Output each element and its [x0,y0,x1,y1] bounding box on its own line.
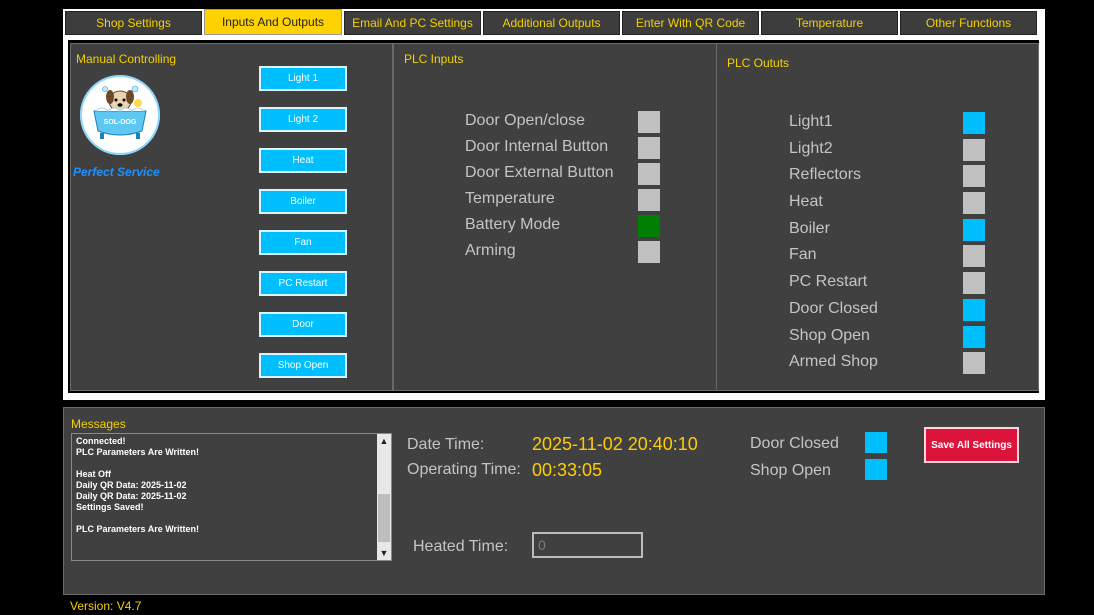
date-time-label: Date Time: [407,436,485,453]
plc-input-indicator [638,215,660,237]
plc-input-indicator [638,189,660,211]
plc-inputs-title: PLC Inputs [404,52,464,66]
plc-input-indicator [638,111,660,133]
plc-input-row: Temperature [465,189,695,211]
plc-output-indicator [963,352,985,374]
shop-open-button[interactable]: Shop Open [259,353,347,378]
plc-output-indicator [963,112,985,134]
plc-input-row: Door Open/close [465,111,695,133]
company-logo: SOL-DOG [80,75,160,155]
dog-bathtub-icon [93,85,147,139]
plc-output-label: Reflectors [789,166,862,183]
plc-output-row: Light1 [789,112,1019,134]
tab-page-inputs-outputs: Manual Controlling SOL-DOG Perfect Servi… [63,37,1045,400]
tab-page-inner: Manual Controlling SOL-DOG Perfect Servi… [68,40,1039,393]
operating-time-label: Operating Time: [407,461,521,478]
manual-controlling-group: Manual Controlling SOL-DOG Perfect Servi… [70,43,393,391]
plc-output-indicator [963,326,985,348]
plc-output-row: Reflectors [789,165,1019,187]
plc-output-label: Fan [789,246,817,263]
plc-output-label: Shop Open [789,327,870,344]
plc-output-row: PC Restart [789,272,1019,294]
plc-input-label: Battery Mode [465,216,561,233]
plc-output-indicator [963,165,985,187]
plc-output-indicator [963,299,985,321]
pc-restart-button[interactable]: PC Restart [259,271,347,296]
messages-log[interactable]: Connected! PLC Parameters Are Written! H… [71,433,392,561]
scroll-down-icon[interactable]: ▼ [377,546,391,560]
tab-email-and-pc-settings[interactable]: Email And PC Settings [344,11,481,35]
heated-time-label: Heated Time: [413,538,509,555]
plc-output-row: Boiler [789,219,1019,241]
heated-time-field[interactable] [532,532,643,558]
plc-output-indicator [963,272,985,294]
plc-input-row: Door Internal Button [465,137,695,159]
plc-output-row: Door Closed [789,299,1019,321]
plc-output-indicator [963,192,985,214]
plc-input-indicator [638,241,660,263]
plc-output-label: Heat [789,193,823,210]
fan-button[interactable]: Fan [259,230,347,255]
operating-time-value: 00:33:05 [532,460,603,480]
scrollbar-thumb[interactable] [378,494,390,542]
heat-button[interactable]: Heat [259,148,347,173]
door-closed-label: Door Closed [750,435,839,452]
tab-temperature[interactable]: Temperature [761,11,898,35]
status-panel: Messages Connected! PLC Parameters Are W… [63,407,1045,595]
plc-input-label: Arming [465,242,516,259]
messages-scrollbar[interactable]: ▲ ▼ [377,434,391,560]
plc-input-label: Door Internal Button [465,138,609,155]
plc-input-row: Door External Button [465,163,695,185]
shop-open-label: Shop Open [750,462,831,479]
plc-output-indicator [963,139,985,161]
version-label: Version: V4.7 [70,599,142,613]
plc-input-label: Door External Button [465,164,614,181]
plc-input-label: Door Open/close [465,112,586,129]
plc-output-label: Light2 [789,140,833,157]
tab-bar: Shop Settings Inputs And Outputs Email A… [63,9,1045,37]
plc-output-indicator [963,219,985,241]
plc-output-label: Light1 [789,113,833,130]
plc-input-row: Arming [465,241,695,263]
light-1-button[interactable]: Light 1 [259,66,347,91]
plc-output-label: Armed Shop [789,353,878,370]
plc-output-label: Boiler [789,220,830,237]
plc-outputs-title: PLC Oututs [727,56,790,70]
plc-output-label: Door Closed [789,300,878,317]
messages-title: Messages [71,417,126,431]
plc-output-row: Shop Open [789,326,1019,348]
scroll-up-icon[interactable]: ▲ [377,434,391,448]
tab-inputs-and-outputs[interactable]: Inputs And Outputs [204,9,342,35]
plc-output-row: Armed Shop [789,352,1019,374]
plc-output-row: Fan [789,245,1019,267]
tab-shop-settings[interactable]: Shop Settings [65,11,202,35]
shop-open-indicator [865,459,887,480]
tab-enter-with-qr-code[interactable]: Enter With QR Code [622,11,759,35]
tagline: Perfect Service [73,165,160,179]
date-time-value: 2025-11-02 20:40:10 [532,434,698,454]
plc-input-label: Temperature [465,190,555,207]
messages-text: Connected! PLC Parameters Are Written! H… [76,436,200,534]
door-button[interactable]: Door [259,312,347,337]
logo-text: SOL-DOG [103,119,137,126]
tab-additional-outputs[interactable]: Additional Outputs [483,11,620,35]
boiler-button[interactable]: Boiler [259,189,347,214]
plc-input-row: Battery Mode [465,215,695,237]
manual-controlling-title: Manual Controlling [76,52,177,66]
plc-output-label: PC Restart [789,273,868,290]
plc-input-indicator [638,137,660,159]
plc-input-indicator [638,163,660,185]
save-all-settings-button[interactable]: Save All Settings [924,427,1019,463]
plc-output-row: Light2 [789,139,1019,161]
light-2-button[interactable]: Light 2 [259,107,347,132]
door-closed-indicator [865,432,887,453]
plc-inputs-group: PLC Inputs Door Open/close Door Internal… [393,43,717,391]
tab-other-functions[interactable]: Other Functions [900,11,1037,35]
plc-output-indicator [963,245,985,267]
plc-output-row: Heat [789,192,1019,214]
plc-outputs-group: PLC Oututs Light1 Light2 Reflectors Heat… [716,43,1039,391]
